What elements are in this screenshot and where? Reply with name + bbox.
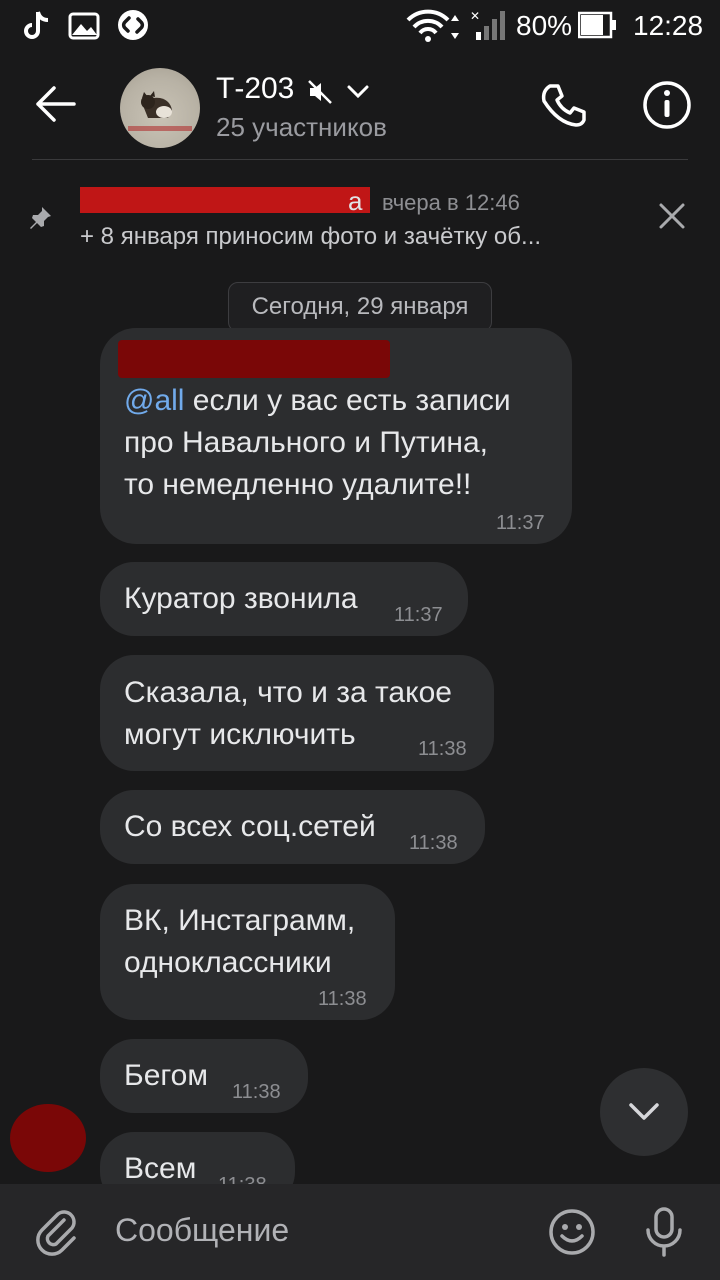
- message-time: 11:38: [232, 1081, 281, 1103]
- message-input[interactable]: Сообщение: [115, 1212, 289, 1249]
- pinned-text[interactable]: + 8 января приносим фото и зачётку об...: [80, 223, 541, 251]
- muted-speaker-icon: [306, 78, 334, 106]
- shazam-icon: [116, 8, 150, 42]
- emoji-icon[interactable]: [548, 1208, 596, 1256]
- chat-subtitle: 25 участников: [216, 112, 387, 142]
- pinned-sender-name: а: [348, 186, 363, 216]
- battery-icon: [578, 10, 618, 40]
- message-line: то немедленно удалите!!: [124, 468, 472, 501]
- chat-header: [0, 52, 720, 160]
- message-time: 11:38: [418, 738, 467, 760]
- message-line: Куратор звонила: [124, 582, 358, 615]
- message-line: Всем: [124, 1152, 197, 1185]
- message-line: про Навального и Путина,: [124, 426, 489, 459]
- pinned-sender-redacted: [80, 187, 370, 213]
- message-time: 11:38: [409, 832, 458, 854]
- message-text: Со всех соц.сетей: [124, 806, 376, 848]
- message-line: одноклассники: [124, 946, 332, 979]
- message-line: могут исключить: [124, 718, 356, 751]
- pinned-time: вчера в 12:46: [382, 190, 520, 215]
- status-clock: 12:28: [633, 10, 704, 41]
- message-time: 11:37: [394, 604, 443, 626]
- microphone-icon[interactable]: [642, 1206, 686, 1258]
- gallery-icon: [68, 12, 100, 40]
- message-time: 11:37: [496, 512, 545, 534]
- data-arrows-icon: [450, 14, 460, 40]
- message-text: Бегом: [124, 1055, 208, 1097]
- message-line: ВК, Инстаграмм,: [124, 904, 356, 937]
- info-icon[interactable]: [642, 80, 692, 130]
- wifi-icon: [406, 8, 450, 42]
- scroll-down-button[interactable]: [600, 1068, 688, 1156]
- chat-avatar[interactable]: [120, 68, 200, 148]
- date-separator: Сегодня, 29 января: [228, 282, 492, 332]
- pin-icon: [26, 204, 54, 232]
- message-line: Со всех соц.сетей: [124, 810, 376, 843]
- header-divider: [32, 159, 688, 160]
- phone-icon[interactable]: [540, 82, 588, 130]
- svg-text:✕: ✕: [470, 9, 480, 23]
- attach-icon[interactable]: [34, 1208, 82, 1256]
- signal-icon: ✕: [470, 8, 510, 42]
- chevron-down-icon: [628, 1102, 660, 1122]
- message-time: 11:38: [318, 988, 367, 1010]
- message-composer: [0, 1184, 720, 1280]
- mention-link[interactable]: @all: [124, 384, 184, 417]
- message-line: Сказала, что и за такое: [124, 676, 452, 709]
- message-text: ВК, Инстаграмм, одноклассники: [124, 900, 355, 984]
- message-text: Куратор звонила: [124, 578, 358, 620]
- message-line: если у вас есть записи: [184, 384, 511, 417]
- sender-avatar-redacted: [10, 1104, 86, 1172]
- back-arrow-icon[interactable]: [34, 84, 76, 124]
- message-line: Бегом: [124, 1059, 208, 1092]
- message-text: Сказала, что и за такое могут исключить: [124, 672, 452, 756]
- battery-percent: 80%: [516, 10, 573, 41]
- message-text: @all если у вас есть записи про Навально…: [124, 380, 511, 506]
- chevron-down-icon[interactable]: [346, 84, 370, 100]
- sender-name-redacted: [118, 340, 390, 378]
- tiktok-icon: [22, 10, 52, 42]
- chat-title[interactable]: Т-203: [216, 72, 294, 106]
- close-icon[interactable]: [658, 202, 686, 230]
- status-bar: ✕ 80% 12:28: [0, 0, 720, 52]
